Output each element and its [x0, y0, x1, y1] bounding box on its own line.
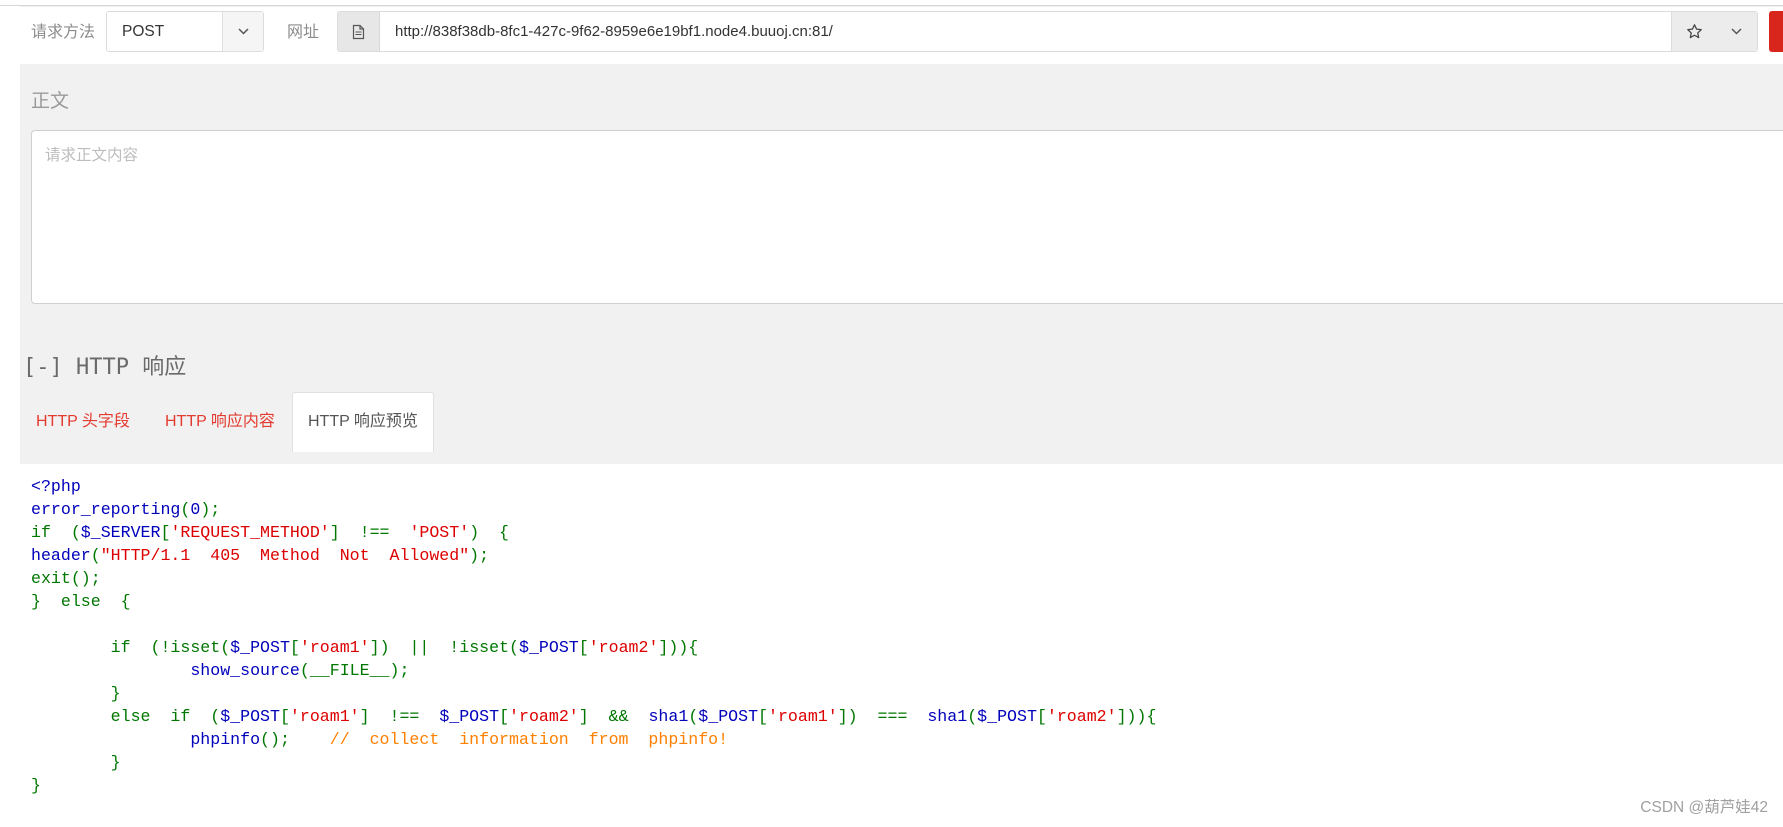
code-token: $_POST	[977, 707, 1037, 726]
chevron-down-icon	[1731, 28, 1742, 35]
code-token: (	[688, 707, 699, 726]
watermark: CSDN @葫芦娃42	[1640, 799, 1768, 816]
request-body-panel: 正文	[20, 77, 1783, 315]
code-token: ] !==	[329, 523, 410, 542]
code-block: <?php error_reporting(0); if ($_SERVER['RE…	[20, 464, 1783, 827]
url-input-group	[337, 11, 1758, 52]
code-token: [	[499, 707, 510, 726]
code-token: "HTTP/1.1 405 Method Not Allowed"	[100, 546, 470, 565]
code-token: ]) || !isset(	[369, 638, 519, 657]
code-token: 'REQUEST_METHOD'	[170, 523, 330, 542]
body-textarea[interactable]	[31, 130, 1783, 304]
code-line: }	[31, 751, 1783, 774]
code-token: [	[578, 638, 589, 657]
response-heading-toggle[interactable]: [-] HTTP 响应	[23, 355, 186, 381]
code-token: (	[180, 500, 191, 519]
code-token: else if (	[31, 707, 221, 726]
code-token: <?php	[31, 477, 81, 496]
code-token: ();	[260, 730, 330, 749]
code-token: [	[1036, 707, 1047, 726]
code-token: $_POST	[698, 707, 759, 726]
code-token: ])){	[1116, 707, 1157, 726]
document-icon	[352, 24, 365, 39]
code-token: header	[31, 546, 91, 565]
method-value: POST	[122, 23, 165, 40]
star-icon	[1686, 24, 1702, 39]
code-line: }	[31, 774, 1783, 797]
method-label: 请求方法	[31, 24, 96, 41]
code-line: <?php	[31, 475, 1783, 498]
code-token: }	[31, 684, 121, 703]
body-heading: 正文	[31, 91, 70, 112]
code-line: else if ($_POST['roam1'] !== $_POST['roa…	[31, 705, 1783, 728]
code-token: phpinfo	[31, 730, 261, 749]
method-select[interactable]: POST	[106, 11, 264, 52]
send-button[interactable]	[1769, 11, 1783, 52]
response-section: [-] HTTP 响应 HTTP 头字段 HTTP 响应内容 HTTP 响应预览…	[20, 330, 1783, 827]
code-token: error_reporting	[31, 500, 181, 519]
code-token: ]) ===	[837, 707, 928, 726]
url-label: 网址	[287, 24, 320, 41]
code-token: ] !==	[359, 707, 440, 726]
code-token: 'roam2'	[588, 638, 659, 657]
code-token: exit();	[31, 569, 101, 588]
code-token: ])){	[658, 638, 699, 657]
code-token: );	[200, 500, 221, 519]
code-token: [	[279, 707, 290, 726]
tab-response-preview[interactable]: HTTP 响应预览	[292, 392, 434, 452]
code-line: if (!isset($_POST['roam1']) || !isset($_…	[31, 636, 1783, 659]
code-token: sha1	[648, 707, 689, 726]
tab-response-content[interactable]: HTTP 响应内容	[149, 392, 291, 452]
code-token: (__FILE__);	[299, 661, 410, 680]
method-dropdown-toggle[interactable]	[222, 12, 263, 51]
code-token: }	[31, 776, 41, 795]
code-token: (	[90, 546, 101, 565]
code-token: $_POST	[439, 707, 500, 726]
code-token: $_POST	[230, 638, 290, 657]
code-line: }	[31, 682, 1783, 705]
code-line: show_source(__FILE__);	[31, 659, 1783, 682]
bookmark-button[interactable]	[1671, 12, 1716, 51]
code-token: if (	[31, 523, 81, 542]
response-tabs: HTTP 头字段 HTTP 响应内容 HTTP 响应预览	[20, 392, 1783, 452]
code-token: [	[160, 523, 171, 542]
code-token: 'roam2'	[1046, 707, 1117, 726]
code-token: 'roam1'	[299, 638, 370, 657]
tab-response-headers[interactable]: HTTP 头字段	[20, 392, 146, 452]
code-token: );	[469, 546, 490, 565]
code-token: 0	[190, 500, 201, 519]
code-line: if ($_SERVER['REQUEST_METHOD'] !== 'POST…	[31, 521, 1783, 544]
code-token: } else {	[31, 592, 131, 611]
url-input[interactable]	[380, 12, 1671, 51]
code-token: // collect information from phpinfo!	[329, 730, 729, 749]
code-token: }	[31, 753, 121, 772]
code-token: [	[289, 638, 300, 657]
code-line: phpinfo(); // collect information from p…	[31, 728, 1783, 751]
code-line: } else {	[31, 590, 1783, 613]
request-toolbar: 请求方法 POST 网址	[20, 7, 1783, 64]
url-prefix-addon	[338, 12, 380, 51]
code-token: 'roam1'	[768, 707, 838, 726]
code-token: $_SERVER	[80, 523, 161, 542]
code-token: sha1	[927, 707, 968, 726]
code-line: exit();	[31, 567, 1783, 590]
code-token: 'roam1'	[289, 707, 360, 726]
code-token: 'POST'	[409, 523, 470, 542]
code-token: 'roam2'	[509, 707, 579, 726]
code-token: ) {	[469, 523, 510, 542]
code-line: error_reporting(0);	[31, 498, 1783, 521]
code-token: $_POST	[220, 707, 280, 726]
url-dropdown-toggle[interactable]	[1716, 12, 1757, 51]
code-token: ] &&	[578, 707, 649, 726]
code-line: header("HTTP/1.1 405 Method Not Allowed"…	[31, 544, 1783, 567]
chevron-down-icon	[237, 28, 249, 35]
code-token: (	[967, 707, 978, 726]
code-token: show_source	[31, 661, 300, 680]
code-token: [	[758, 707, 768, 726]
code-token: $_POST	[518, 638, 579, 657]
code-token: if (!isset(	[31, 638, 231, 657]
